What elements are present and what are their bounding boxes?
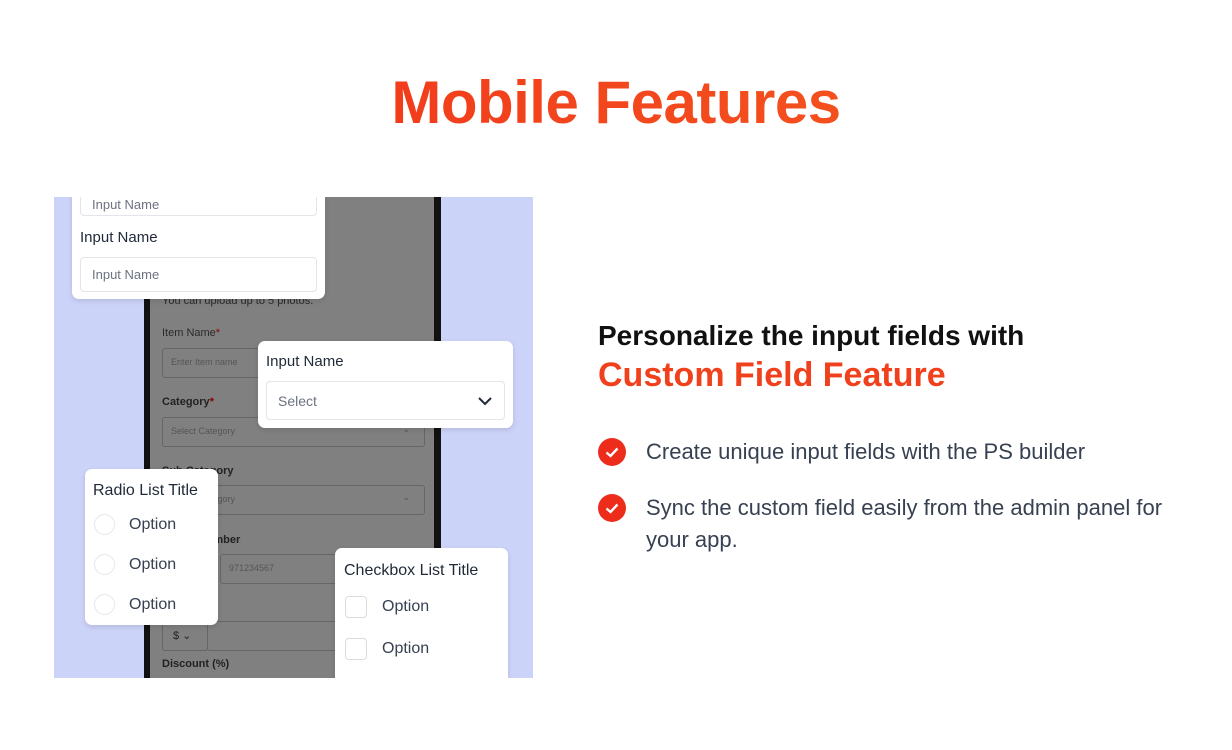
input-name-field[interactable]: Input Name — [80, 257, 317, 292]
feature-bullet: Create unique input fields with the PS b… — [598, 436, 1178, 468]
chevron-down-icon — [478, 396, 492, 405]
checkbox-icon — [345, 596, 367, 618]
checkbox-option[interactable]: Option — [345, 596, 429, 618]
page-title: Mobile Features — [0, 68, 1232, 137]
radio-option[interactable]: Option — [94, 514, 176, 535]
checkbox-icon — [345, 638, 367, 660]
radio-circle-icon — [94, 594, 115, 615]
custom-select[interactable]: Select — [266, 381, 505, 420]
input-card: Input Name Input Name Input Name — [72, 197, 325, 299]
check-circle-icon — [598, 494, 626, 522]
radio-circle-icon — [94, 554, 115, 575]
feature-bullet: Sync the custom field easily from the ad… — [598, 492, 1178, 556]
currency-select[interactable]: $ ⌄ — [162, 621, 208, 651]
radio-card: Radio List Title Option Option Option — [85, 469, 218, 625]
checkbox-option[interactable]: Option — [345, 638, 429, 660]
discount-label: Discount (%) — [162, 658, 230, 670]
section-heading: Personalize the input fields with — [598, 320, 1025, 351]
radio-option[interactable]: Option — [94, 594, 176, 615]
radio-option[interactable]: Option — [94, 554, 176, 575]
phone-input[interactable]: 971234567 — [220, 554, 340, 584]
checkbox-card: Checkbox List Title Option Option — [335, 548, 508, 678]
input-name-field-top[interactable]: Input Name — [80, 197, 317, 216]
feature-preview: You can upload up to 5 photos. Item Name… — [54, 197, 533, 678]
radio-circle-icon — [94, 514, 115, 535]
section-heading-accent: Custom Field Feature — [598, 356, 946, 394]
select-card: Input Name Select — [258, 341, 513, 428]
price-input[interactable] — [207, 621, 347, 651]
check-circle-icon — [598, 438, 626, 466]
